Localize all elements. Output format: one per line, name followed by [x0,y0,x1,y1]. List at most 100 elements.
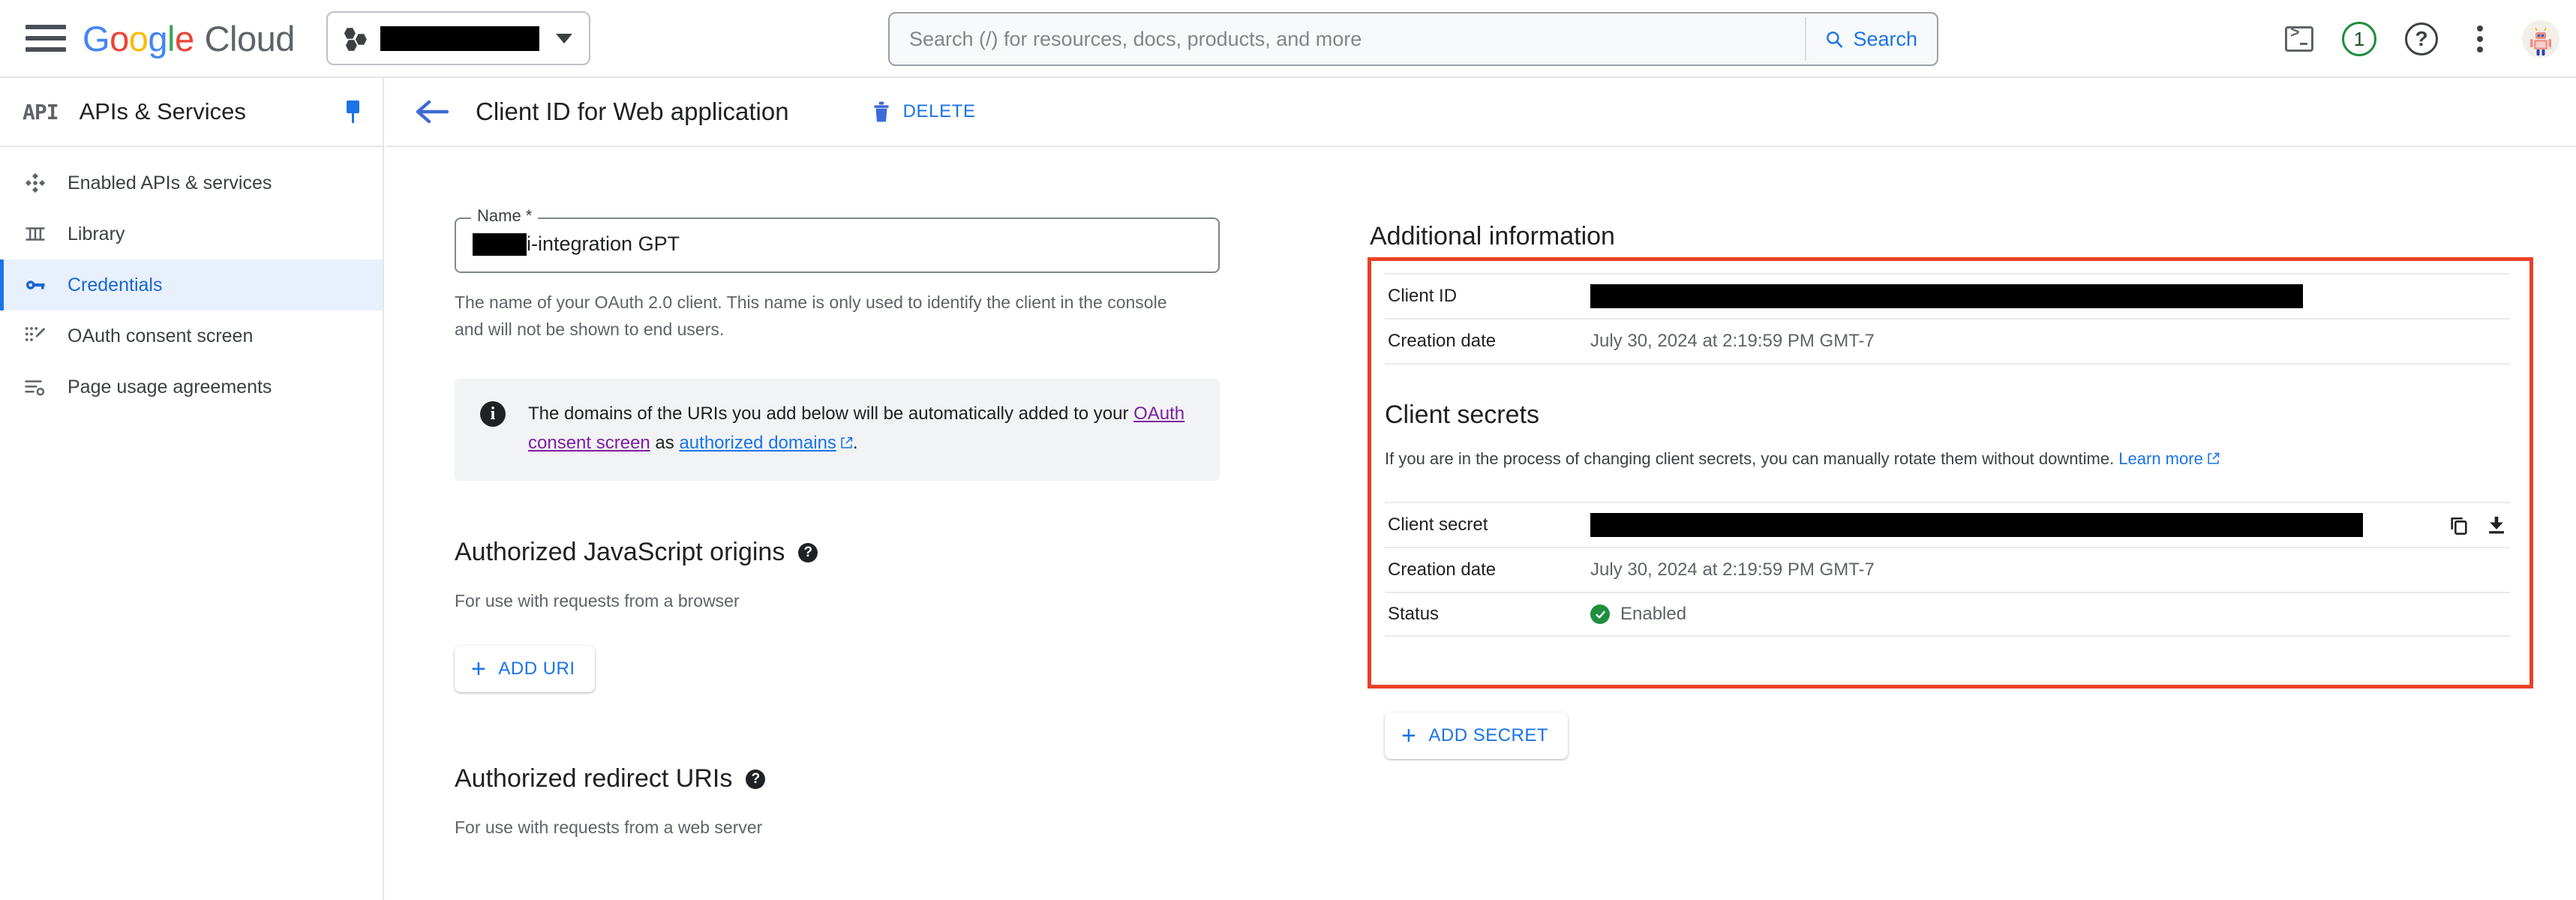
apis-diamond-icon [23,170,48,196]
external-link-icon [2207,450,2220,463]
client-id-label: Client ID [1388,286,1590,307]
creation-date-label: Creation date [1388,331,1590,352]
sidebar-item-label: Library [68,224,125,245]
table-row-client-id: Client ID [1385,273,2510,318]
sidebar-nav-list: Enabled APIs & services Library Credenti… [0,147,383,412]
logo-cloud-text: Cloud [205,18,295,59]
redirect-uris-title: Authorized redirect URIs ? [455,764,1280,794]
name-field-label: Name * [471,206,538,226]
client-secrets-description: If you are in the process of changing cl… [1385,449,2510,469]
hamburger-menu-icon[interactable] [26,22,66,54]
sidebar-item-oauth-consent-screen[interactable]: OAuth consent screen [0,310,383,362]
status-label: Status [1388,604,1590,625]
info-banner-text: The domains of the URIs you add below wi… [528,400,1197,458]
project-name-redacted [380,26,539,51]
check-circle-icon [1590,604,1610,624]
avatar[interactable] [2522,20,2559,58]
top-app-bar: Google Cloud Search 1 ? [0,0,2576,78]
add-uri-label: ADD URI [498,658,575,680]
additional-information-title: Additional information [1370,222,2540,251]
client-secrets-heading: Client secrets [1385,400,2510,430]
table-row-creation-date: Creation date July 30, 2024 at 2:19:59 P… [1385,318,2510,363]
sidebar-item-label: Credentials [68,274,162,296]
name-field-help-text: The name of your OAuth 2.0 client. This … [455,290,1175,343]
plus-icon: + [1401,723,1416,748]
info-text-part-2: as [650,433,680,453]
add-secret-button[interactable]: + ADD SECRET [1385,712,1568,759]
sidebar-title: APIs & Services [80,98,344,125]
js-origins-subtitle: For use with requests from a browser [455,591,1280,611]
search-button[interactable]: Search [1806,14,1937,64]
copy-button[interactable] [2448,514,2469,536]
delete-button-label: DELETE [903,101,976,122]
info-text-part-1: The domains of the URIs you add below wi… [528,404,1133,424]
main-content: Name * i-integration GPT The name of you… [386,148,2576,900]
terminal-icon [2285,26,2313,52]
sidebar-item-label: OAuth consent screen [68,326,253,347]
status-value: Enabled [1620,604,1686,625]
help-button[interactable]: ? [2405,22,2438,56]
cloud-project-icon [343,26,368,51]
library-icon [23,221,48,247]
external-link-icon [840,430,853,442]
sidebar-item-page-usage-agreements[interactable]: Page usage agreements [0,362,383,412]
name-field[interactable]: Name * i-integration GPT [455,218,1220,273]
notifications-button[interactable]: 1 [2342,22,2376,56]
learn-more-link[interactable]: Learn more [2118,449,2203,468]
add-uri-button[interactable]: + ADD URI [455,646,595,692]
search-button-label: Search [1853,28,1917,51]
robot-avatar-icon [2524,25,2557,58]
api-logo: API [23,100,59,124]
cloud-shell-button[interactable] [2285,26,2313,52]
sidebar-item-library[interactable]: Library [0,208,383,260]
redirect-uris-title-text: Authorized redirect URIs [455,764,732,794]
download-button[interactable] [2486,514,2507,536]
add-secret-container: + ADD SECRET [1385,712,1568,759]
js-origins-title-text: Authorized JavaScript origins [455,538,785,567]
delete-button[interactable]: DELETE [872,100,976,123]
pin-icon[interactable] [344,100,363,123]
sidebar-item-label: Enabled APIs & services [68,172,272,194]
table-row-secret-creation-date: Creation date July 30, 2024 at 2:19:59 P… [1385,547,2510,592]
search-input[interactable] [890,28,1805,51]
redirect-uris-subtitle: For use with requests from a web server [455,818,1280,838]
sidebar: API APIs & Services Enabled APIs & servi… [0,78,384,900]
chevron-down-icon [556,34,572,44]
secret-creation-date-value: July 30, 2024 at 2:19:59 PM GMT-7 [1590,560,2507,580]
back-arrow-icon[interactable] [414,97,450,127]
sidebar-item-credentials[interactable]: Credentials [0,260,383,310]
sidebar-item-label: Page usage agreements [68,376,272,398]
help-circle-icon[interactable]: ? [746,770,765,789]
consent-screen-icon [23,323,48,349]
js-origins-title: Authorized JavaScript origins ? [455,538,1280,567]
additional-information-panel: Additional information [1370,148,2540,251]
client-id-redacted-value [1590,284,2303,308]
agreements-icon [23,374,48,400]
table-row-status: Status Enabled [1385,592,2510,637]
page-title: Client ID for Web application [476,98,789,126]
google-cloud-logo[interactable]: Google Cloud [83,18,295,59]
help-icon: ? [2415,27,2427,51]
project-selector[interactable] [326,11,590,65]
additional-information-table: Client ID Creation date July 30, 2024 at… [1385,273,2510,637]
top-bar-actions: 1 ? [2285,0,2559,78]
status-badge: Enabled [1590,604,2507,625]
client-secret-actions [2432,514,2507,536]
add-secret-label: ADD SECRET [1428,725,1548,746]
search-icon [1824,29,1844,49]
client-secret-redacted-value [1590,513,2363,537]
client-secret-label: Client secret [1388,514,1590,536]
client-config-form: Name * i-integration GPT The name of you… [455,148,1280,838]
authorized-domains-link[interactable]: authorized domains [679,433,836,453]
help-circle-icon[interactable]: ? [798,543,818,562]
page-header: Client ID for Web application DELETE [386,78,2576,147]
client-secrets-description-text: If you are in the process of changing cl… [1385,449,2118,468]
plus-icon: + [471,656,486,682]
domains-info-banner: i The domains of the URIs you add below … [455,379,1220,481]
table-row-client-secret: Client secret [1385,502,2510,547]
global-search-bar[interactable]: Search [888,12,1938,66]
sidebar-header: API APIs & Services [0,78,383,147]
more-options-button[interactable] [2466,22,2493,56]
creation-date-value: July 30, 2024 at 2:19:59 PM GMT-7 [1590,331,2507,352]
sidebar-item-enabled-apis[interactable]: Enabled APIs & services [0,158,383,208]
